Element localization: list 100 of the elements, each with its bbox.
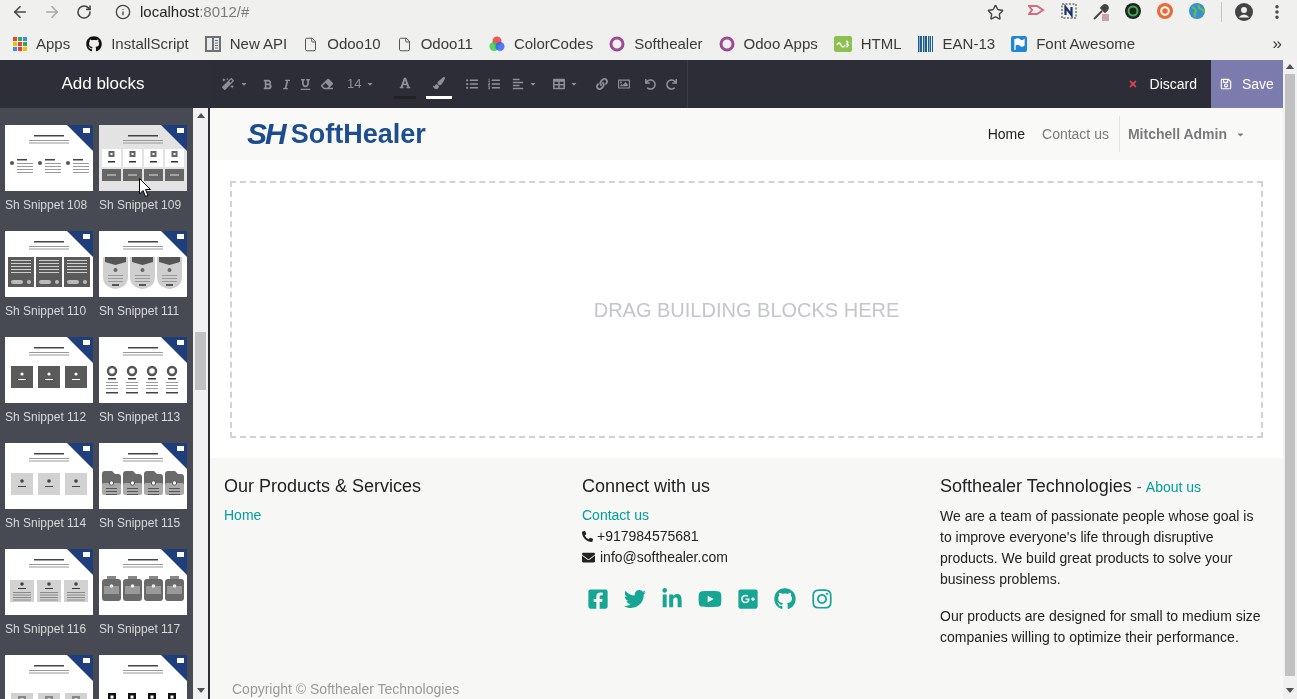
nav-link[interactable]: Contact us (1042, 125, 1109, 143)
caret-icon[interactable] (240, 80, 248, 88)
ring-disc-icon[interactable] (1125, 3, 1141, 19)
snippet-thumbnail-drawing[interactable] (5, 231, 93, 297)
numbered-list-icon[interactable] (488, 78, 501, 90)
bookmark-link[interactable]: New API (204, 35, 288, 53)
eyedropper-icon[interactable] (1092, 3, 1110, 21)
bookmark-link[interactable]: Odoo10 (303, 35, 381, 53)
bookmark-star-icon[interactable] (987, 3, 1004, 21)
bookmark-link[interactable]: ColorCodes (488, 35, 594, 53)
bookmark-link[interactable]: Softhealer (609, 35, 703, 53)
bookmark-link[interactable]: Odoo Apps (718, 35, 818, 53)
nav-link[interactable]: Home (987, 125, 1025, 143)
snippet-thumbnail-drawing[interactable] (5, 549, 93, 615)
bookmark-link[interactable]: Apps (13, 35, 71, 53)
snippet-label: Sh Snippet 109 (99, 198, 183, 212)
bullet-list-icon[interactable] (466, 78, 479, 90)
snippet-thumbnail-drawing[interactable] (99, 231, 187, 297)
snippet-label: Sh Snippet 115 (99, 516, 182, 530)
twitter-icon[interactable] (624, 588, 646, 610)
caret-icon[interactable] (366, 80, 375, 88)
snippet-thumbnail-drawing[interactable] (5, 125, 93, 191)
phone-icon (582, 531, 593, 542)
snippet-thumbnail-drawing[interactable] (5, 443, 93, 509)
envelope-icon (582, 551, 595, 564)
instagram-icon[interactable] (811, 588, 833, 610)
address-field[interactable]: localhost:8012/# (140, 3, 250, 21)
columns-icon (204, 36, 221, 52)
bookmark-link[interactable]: HTML (833, 35, 902, 53)
discard-button[interactable]: Discard (1113, 60, 1211, 108)
page-scrollbar-track[interactable] (1283, 60, 1297, 699)
info-icon[interactable] (115, 4, 131, 20)
snippet-thumbnail-drawing[interactable] (99, 443, 187, 509)
snippet-thumbnail-drawing[interactable] (99, 125, 187, 191)
snippet-label: Sh Snippet 114 (5, 516, 88, 530)
arrow-tag-icon[interactable] (1028, 3, 1046, 17)
bookmark-link[interactable]: InstallScript (86, 35, 189, 53)
footer-heading: Our Products & Services (224, 476, 422, 496)
profile-icon[interactable] (1235, 3, 1253, 21)
google-plus-icon[interactable] (737, 588, 759, 610)
scrollbar-track[interactable] (193, 108, 208, 699)
email-address: info@softhealer.com (600, 548, 728, 567)
caret-icon[interactable] (570, 80, 579, 88)
magic-wand-icon[interactable] (222, 78, 234, 90)
scroll-down-arrow-icon[interactable] (1286, 688, 1294, 693)
snippet-thumbnail-drawing[interactable] (99, 337, 187, 403)
redo-icon[interactable] (666, 78, 678, 90)
footer-heading: Softhealer Technologies (940, 476, 1132, 496)
user-menu[interactable]: Mitchell Admin (1127, 125, 1245, 143)
sidebar-header: Add blocks (0, 60, 210, 108)
linkedin-icon[interactable] (661, 588, 683, 610)
bold-icon[interactable] (262, 78, 273, 90)
italic-icon[interactable] (282, 78, 291, 90)
scroll-up-arrow-icon[interactable] (196, 113, 205, 118)
scroll-up-arrow-icon[interactable] (1286, 64, 1294, 69)
undo-icon[interactable] (645, 78, 657, 90)
underline-icon[interactable] (300, 78, 311, 90)
footer-paragraph: We are a team of passionate people whose goal is to improve everyone's life through disruptive products. We build great products to solve your business problems. (940, 507, 1255, 589)
table-icon[interactable] (553, 78, 566, 90)
reload-icon[interactable] (76, 4, 92, 20)
more-bookmarks-button[interactable]: » (1272, 35, 1282, 53)
caret-icon[interactable] (529, 80, 538, 88)
font-color-icon[interactable] (399, 77, 412, 89)
youtube-icon[interactable] (698, 588, 722, 610)
snippet-label: Sh Snippet 117 (99, 622, 182, 636)
snippet-label: Sh Snippet 112 (5, 410, 88, 424)
snippet-thumbnail-drawing[interactable] (99, 549, 187, 615)
apps-grid-icon (13, 37, 27, 51)
github-icon (86, 36, 103, 52)
facebook-icon[interactable] (587, 588, 609, 610)
image-icon[interactable] (618, 78, 631, 90)
snippet-thumbnail-drawing[interactable] (5, 337, 93, 403)
link-icon[interactable] (596, 78, 609, 90)
dashed-square-icon[interactable] (1061, 3, 1077, 19)
background-color-swatch[interactable] (426, 96, 453, 99)
lifebuoy-icon[interactable] (1157, 3, 1173, 19)
snippet-label: Sh Snippet 110 (5, 304, 88, 318)
bookmark-link[interactable]: EAN-13 (917, 35, 996, 53)
align-left-icon[interactable] (512, 78, 525, 90)
font-size-dropdown[interactable]: 14 (347, 76, 375, 92)
eraser-icon[interactable] (321, 78, 333, 90)
github-icon[interactable] (774, 588, 796, 610)
back-icon[interactable] (11, 3, 29, 21)
scrollbar-thumb[interactable] (195, 332, 206, 390)
save-button[interactable]: Save (1211, 60, 1283, 108)
brand-name[interactable]: SoftHealer (290, 119, 426, 149)
snippet-label: Sh Snippet 111 (99, 304, 181, 318)
bookmark-link[interactable]: Odoo11 (396, 35, 473, 53)
barcode-icon (917, 36, 934, 52)
paint-brush-icon[interactable] (433, 77, 446, 89)
page-icon (396, 36, 412, 52)
phone-number: +917984575681 (597, 527, 699, 546)
footer-heading: Connect with us (582, 476, 711, 496)
scrollbar-thumb[interactable] (1285, 74, 1295, 676)
globe-icon[interactable] (1189, 3, 1205, 19)
ring-icon (718, 36, 735, 52)
logo-mark[interactable]: SH (247, 119, 285, 149)
scroll-down-arrow-icon[interactable] (196, 688, 205, 693)
bookmark-link[interactable]: Font Awesome (1011, 35, 1136, 53)
squiggle-tile-icon (833, 36, 852, 52)
